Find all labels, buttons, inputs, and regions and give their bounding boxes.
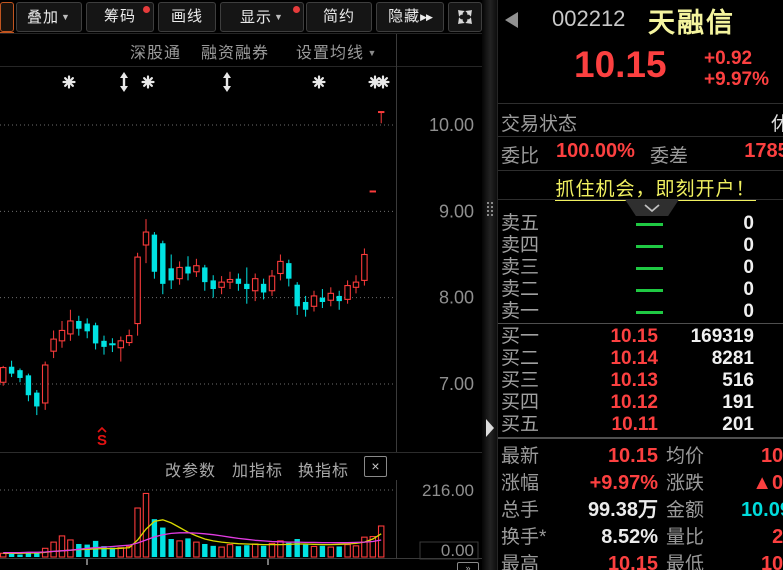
buy-row-5[interactable]: 买五10.11201	[498, 414, 783, 436]
display-button[interactable]: 显示▼	[220, 2, 304, 32]
empty-price-dash-icon	[636, 245, 663, 248]
sell-row-4[interactable]: 卖四0	[498, 235, 783, 257]
stat-row-volume: 总手99.38万 金额10.09亿	[498, 497, 783, 524]
simple-mode-button[interactable]: 简约	[306, 2, 372, 32]
empty-price-dash-icon	[636, 267, 663, 270]
double-arrow-right-icon: ▶▶	[420, 12, 432, 22]
expand-pane-icon[interactable]: »	[457, 562, 479, 570]
sell-row-3[interactable]: 卖三0	[498, 257, 783, 279]
draw-line-button[interactable]: 画线	[158, 2, 216, 32]
stat-row-latest: 最新10.15 均价10.15	[498, 443, 783, 470]
notification-dot-icon	[143, 6, 150, 13]
empty-price-dash-icon	[636, 223, 663, 226]
svg-text:0.00: 0.00	[441, 541, 474, 560]
display-label: 显示	[240, 9, 272, 26]
time-axis-tick	[86, 559, 88, 565]
overlay-label: 叠加	[27, 9, 59, 26]
buy-row-1[interactable]: 买一10.15169319	[498, 326, 783, 348]
svg-text:9.00: 9.00	[439, 201, 474, 221]
stat-row-change: 涨幅+9.97% 涨跌▲0.92	[498, 470, 783, 497]
price-change-pct: +9.97%	[704, 69, 769, 91]
toolbar-divider	[0, 33, 482, 34]
chips-button[interactable]: 筹码	[86, 2, 154, 32]
open-account-ad[interactable]: 抓住机会，即刻开户！	[498, 174, 783, 201]
main-toolbar: 叠加▼ 筹码 画线 显示▼ 简约 隐藏▶▶	[0, 0, 482, 34]
weibi-label: 委比	[501, 141, 539, 168]
collapse-panel-arrow-icon[interactable]	[486, 419, 494, 437]
notification-dot-icon	[293, 6, 300, 13]
svg-text:7.00: 7.00	[439, 374, 474, 394]
buy-row-4[interactable]: 买四10.12191	[498, 392, 783, 414]
weicha-value: 178508	[744, 140, 783, 163]
price-change: +0.92	[704, 48, 752, 70]
sell-row-1[interactable]: 卖一0	[498, 301, 783, 323]
expand-arrows-icon	[457, 9, 473, 25]
hide-button[interactable]: 隐藏▶▶	[376, 2, 444, 32]
sell-row-2[interactable]: 卖二0	[498, 279, 783, 301]
trade-status-label: 交易状态	[501, 109, 577, 136]
chevron-down-icon: ▼	[274, 12, 284, 22]
link-ma-settings[interactable]: 设置均线 ▼	[296, 39, 377, 63]
stock-code: 002212	[552, 6, 625, 32]
trade-status-value: 休市	[771, 109, 783, 136]
close-indicator-icon[interactable]: ×	[364, 456, 387, 477]
svg-text:S: S	[97, 432, 107, 449]
partial-button[interactable]	[0, 2, 14, 32]
chevron-down-icon: ▼	[364, 48, 377, 58]
stock-name: 天融信	[648, 1, 735, 40]
empty-price-dash-icon	[636, 311, 663, 314]
kline-chart-canvas[interactable]: 10.00 9.00 8.00 7.00 S	[0, 66, 482, 452]
switch-indicator-button[interactable]: 换指标	[298, 457, 349, 481]
svg-text:8.00: 8.00	[439, 288, 474, 308]
draw-line-label: 画线	[171, 8, 203, 25]
back-arrow-icon[interactable]	[505, 12, 518, 28]
link-margin-trading[interactable]: 融资融券	[201, 39, 269, 63]
axis-divider	[396, 34, 397, 66]
chevron-down-icon: ▼	[61, 12, 71, 22]
time-axis-tick	[267, 559, 269, 565]
add-indicator-button[interactable]: 加指标	[232, 457, 283, 481]
edit-params-button[interactable]: 改参数	[165, 457, 216, 481]
svg-text:216.00: 216.00	[422, 481, 474, 500]
weicha-label: 委差	[650, 141, 688, 168]
weibi-value: 100.00%	[556, 140, 635, 163]
overlay-button[interactable]: 叠加▼	[16, 2, 82, 32]
empty-price-dash-icon	[636, 289, 663, 292]
buy-row-3[interactable]: 买三10.13516	[498, 370, 783, 392]
splitter-grip-icon[interactable]	[487, 202, 489, 204]
volume-chart-canvas[interactable]: 216.00 0.00	[0, 480, 482, 560]
svg-text:10.00: 10.00	[429, 115, 474, 135]
link-shenzhen-connect[interactable]: 深股通	[130, 39, 181, 63]
stock-app-window: 叠加▼ 筹码 画线 显示▼ 简约 隐藏▶▶	[0, 0, 783, 570]
hide-label: 隐藏	[388, 8, 420, 25]
chips-label: 筹码	[104, 8, 136, 25]
stat-row-highlow: 最高10.15 最低10.02	[498, 551, 783, 570]
buy-row-2[interactable]: 买二10.148281	[498, 348, 783, 370]
panel-splitter[interactable]	[482, 0, 497, 570]
fullscreen-button[interactable]	[448, 2, 482, 32]
quote-panel: 002212 天融信 10.15 +0.92 +9.97% 交易状态 休市 委比…	[497, 0, 783, 570]
last-price: 10.15	[574, 44, 667, 86]
sell-row-5[interactable]: 卖五0	[498, 213, 783, 235]
stat-row-turnover: 换手*8.52% 量比2.04	[498, 524, 783, 551]
simple-mode-label: 简约	[323, 8, 355, 25]
